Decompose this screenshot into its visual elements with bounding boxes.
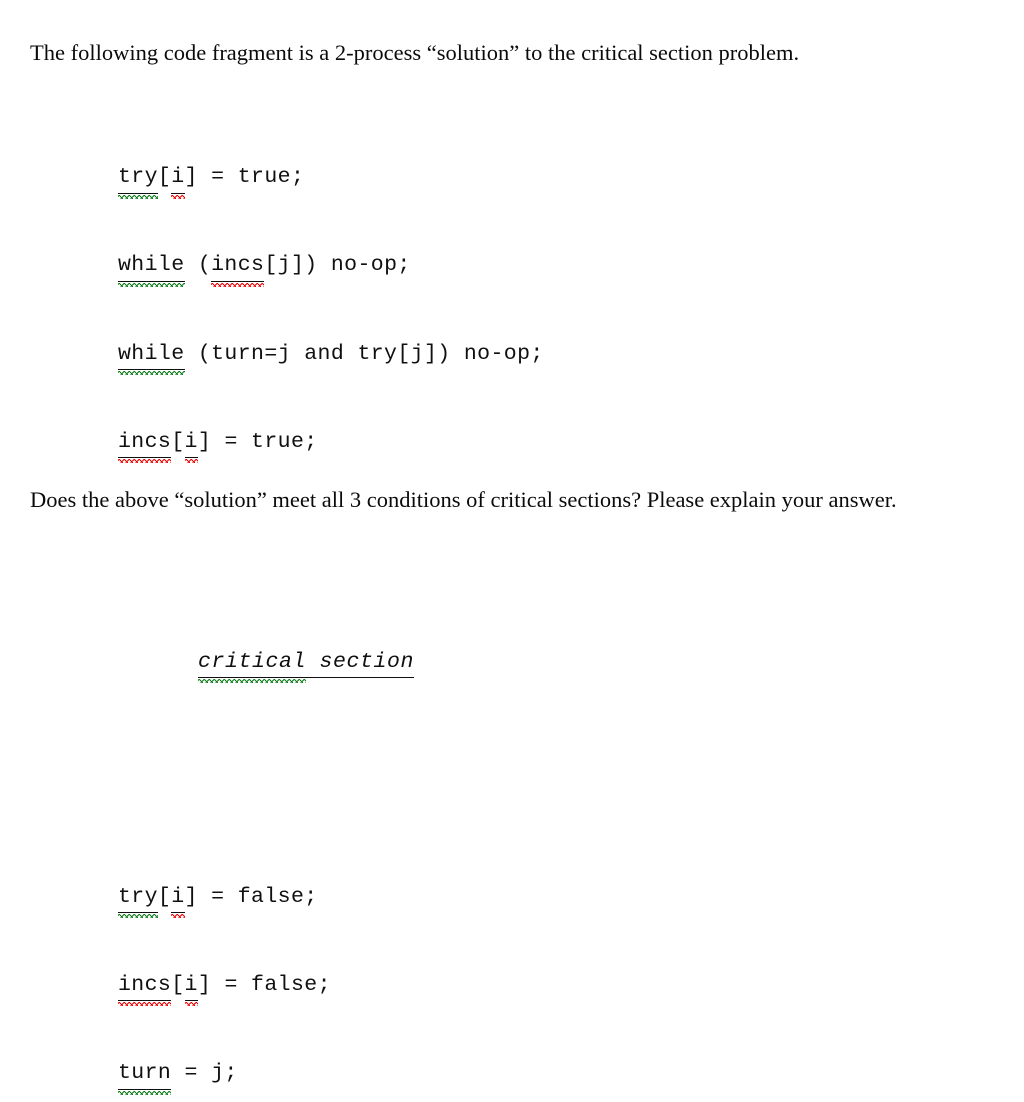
code-line: try[i] = true; bbox=[118, 163, 544, 200]
code-token: (turn=j and try[j]) no-op; bbox=[184, 341, 544, 366]
code-token: incs bbox=[118, 428, 172, 464]
code-token: while bbox=[118, 251, 185, 288]
code-token: [j]) no-op; bbox=[264, 253, 411, 278]
code-token: try bbox=[118, 883, 158, 919]
code-token: incs bbox=[118, 971, 172, 1007]
code-token: ( bbox=[184, 253, 212, 278]
code-token: i bbox=[171, 883, 185, 919]
code-token: ] = true; bbox=[184, 165, 305, 190]
code-token: [ bbox=[157, 165, 172, 190]
question-paragraph: Does the above “solution” meet all 3 con… bbox=[30, 486, 897, 512]
code-token: critical bbox=[198, 648, 307, 684]
code-line: incs[i] = true; bbox=[118, 428, 544, 464]
critical-section-label: critical section bbox=[118, 648, 544, 684]
code-line: while (turn=j and try[j]) no-op; bbox=[118, 340, 544, 376]
code-token: incs bbox=[211, 251, 265, 288]
code-fragment: try[i] = true; while (incs[j]) no-op; wh… bbox=[118, 75, 544, 1102]
code-token: i bbox=[184, 428, 199, 464]
code-token: ] = true; bbox=[197, 429, 318, 454]
code-line: incs[i] = false; bbox=[118, 971, 544, 1007]
document-page: The following code fragment is a 2-proce… bbox=[0, 0, 1024, 1096]
code-token: section bbox=[306, 648, 415, 679]
code-token: turn bbox=[118, 1059, 172, 1096]
code-line: turn = j; bbox=[118, 1059, 544, 1096]
code-spacer bbox=[118, 545, 544, 559]
code-token: [ bbox=[157, 884, 172, 909]
code-token: ] = false; bbox=[184, 884, 318, 909]
code-token: [ bbox=[171, 429, 185, 454]
code-token: [ bbox=[171, 973, 185, 998]
code-token: i bbox=[171, 163, 185, 200]
intro-paragraph: The following code fragment is a 2-proce… bbox=[30, 39, 800, 65]
code-line: while (incs[j]) no-op; bbox=[118, 251, 544, 288]
code-token: = j; bbox=[171, 1061, 238, 1086]
code-token: ] = false; bbox=[197, 973, 331, 998]
code-token: while bbox=[118, 340, 185, 376]
code-spacer bbox=[118, 765, 544, 794]
code-token: try bbox=[118, 163, 158, 200]
code-token: i bbox=[184, 971, 199, 1007]
code-line: try[i] = false; bbox=[118, 883, 544, 919]
